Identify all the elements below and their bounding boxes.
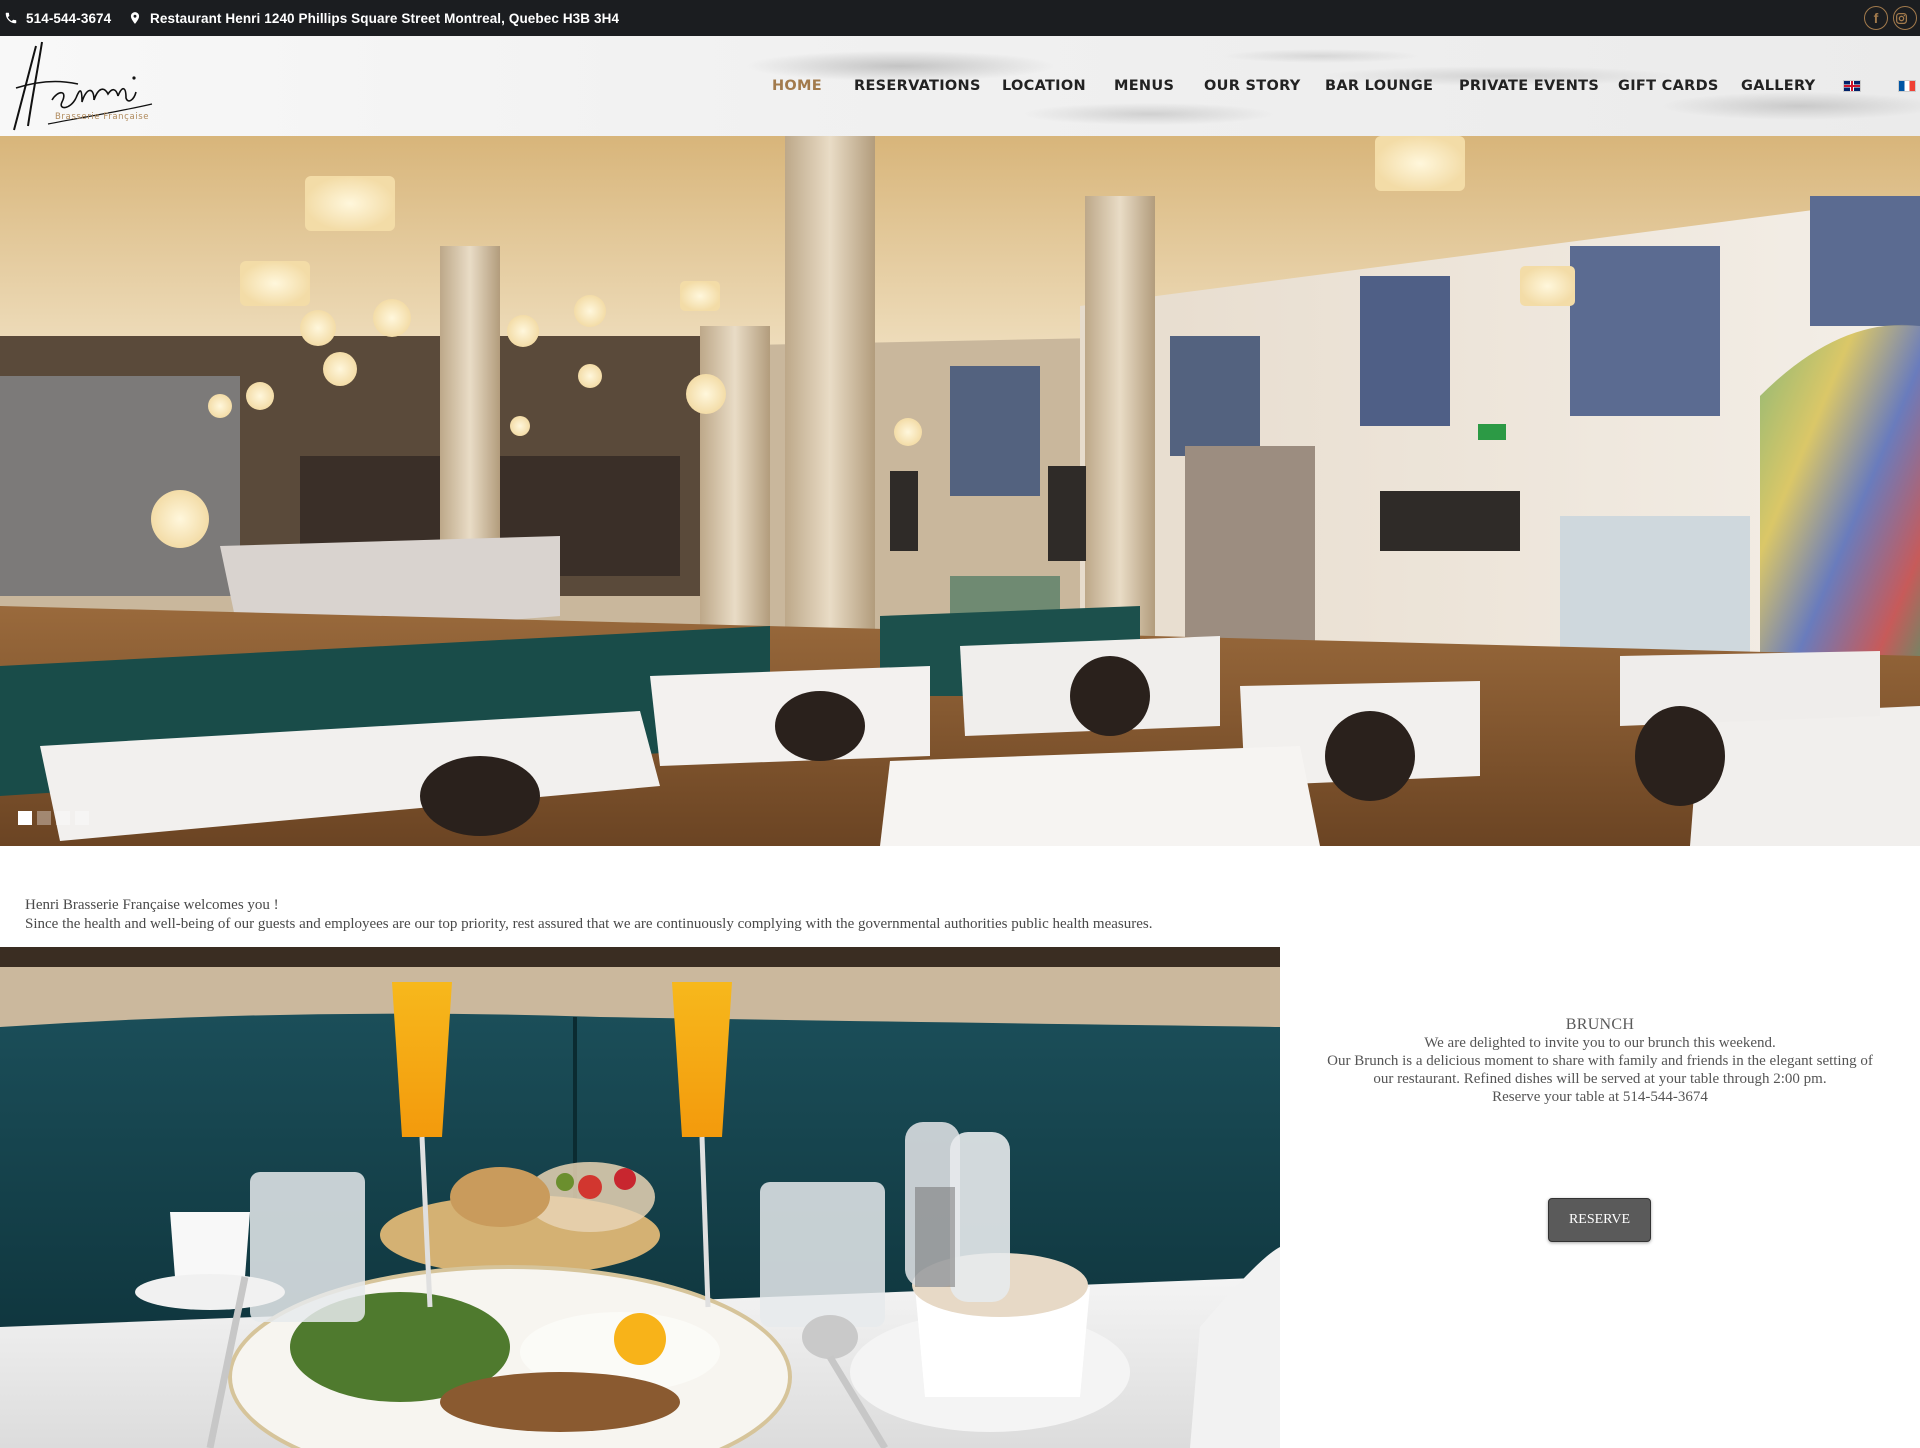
phone-icon (5, 12, 17, 24)
reserve-button[interactable]: RESERVE (1548, 1198, 1651, 1242)
welcome-message: Henri Brasserie Française welcomes you !… (25, 896, 1152, 934)
facebook-icon[interactable]: f (1864, 6, 1888, 30)
brunch-line-2: Our Brunch is a delicious moment to shar… (1327, 1053, 1873, 1069)
top-info-bar: 514-544-3674 Restaurant Henri 1240 Phill… (0, 0, 1920, 36)
brunch-info: BRUNCH We are delighted to invite you to… (1300, 1016, 1900, 1106)
slider-dots (18, 811, 89, 825)
slide-dot[interactable] (75, 811, 89, 825)
phone-number: 514-544-3674 (26, 10, 112, 26)
restaurant-interior-image (0, 136, 1920, 846)
hero-slider[interactable] (0, 136, 1920, 846)
english-flag-icon[interactable] (1843, 80, 1861, 92)
site-header: Brasserie Française HOME RESERVATIONS LO… (0, 36, 1920, 137)
brunch-photo (0, 947, 1280, 1448)
slide-dot[interactable] (37, 811, 51, 825)
brunch-line-1: We are delighted to invite you to our br… (1424, 1035, 1776, 1051)
nav-private-events[interactable]: PRIVATE EVENTS (1459, 78, 1599, 94)
welcome-line-1: Henri Brasserie Française welcomes you ! (25, 897, 279, 913)
nav-menus[interactable]: MENUS (1114, 78, 1174, 94)
brunch-title: BRUNCH (1565, 1016, 1635, 1033)
welcome-line-2: Since the health and well-being of our g… (25, 916, 1153, 932)
address-text: Restaurant Henri 1240 Phillips Square St… (150, 10, 620, 26)
nav-gift-cards[interactable]: GIFT CARDS (1618, 78, 1719, 94)
nav-gallery[interactable]: GALLERY (1741, 78, 1815, 94)
french-flag-icon[interactable] (1898, 80, 1916, 92)
location-pin-icon (130, 12, 140, 24)
logo-subtitle: Brasserie Française (55, 112, 150, 122)
nav-reservations[interactable]: RESERVATIONS (854, 78, 981, 94)
instagram-icon[interactable] (1893, 6, 1917, 30)
address-contact[interactable]: Restaurant Henri 1240 Phillips Square St… (128, 0, 619, 36)
brunch-line-4: Reserve your table at 514-544-3674 (1492, 1089, 1708, 1105)
nav-our-story[interactable]: OUR STORY (1204, 78, 1301, 94)
nav-home[interactable]: HOME (772, 78, 822, 94)
phone-contact[interactable]: 514-544-3674 (4, 0, 111, 36)
brunch-line-3: our restaurant. Refined dishes will be s… (1373, 1071, 1827, 1087)
brunch-table-image (0, 947, 1280, 1448)
nav-location[interactable]: LOCATION (1002, 78, 1086, 94)
slide-dot[interactable] (56, 811, 70, 825)
slide-dot[interactable] (18, 811, 32, 825)
nav-bar-lounge[interactable]: BAR LOUNGE (1325, 78, 1433, 94)
